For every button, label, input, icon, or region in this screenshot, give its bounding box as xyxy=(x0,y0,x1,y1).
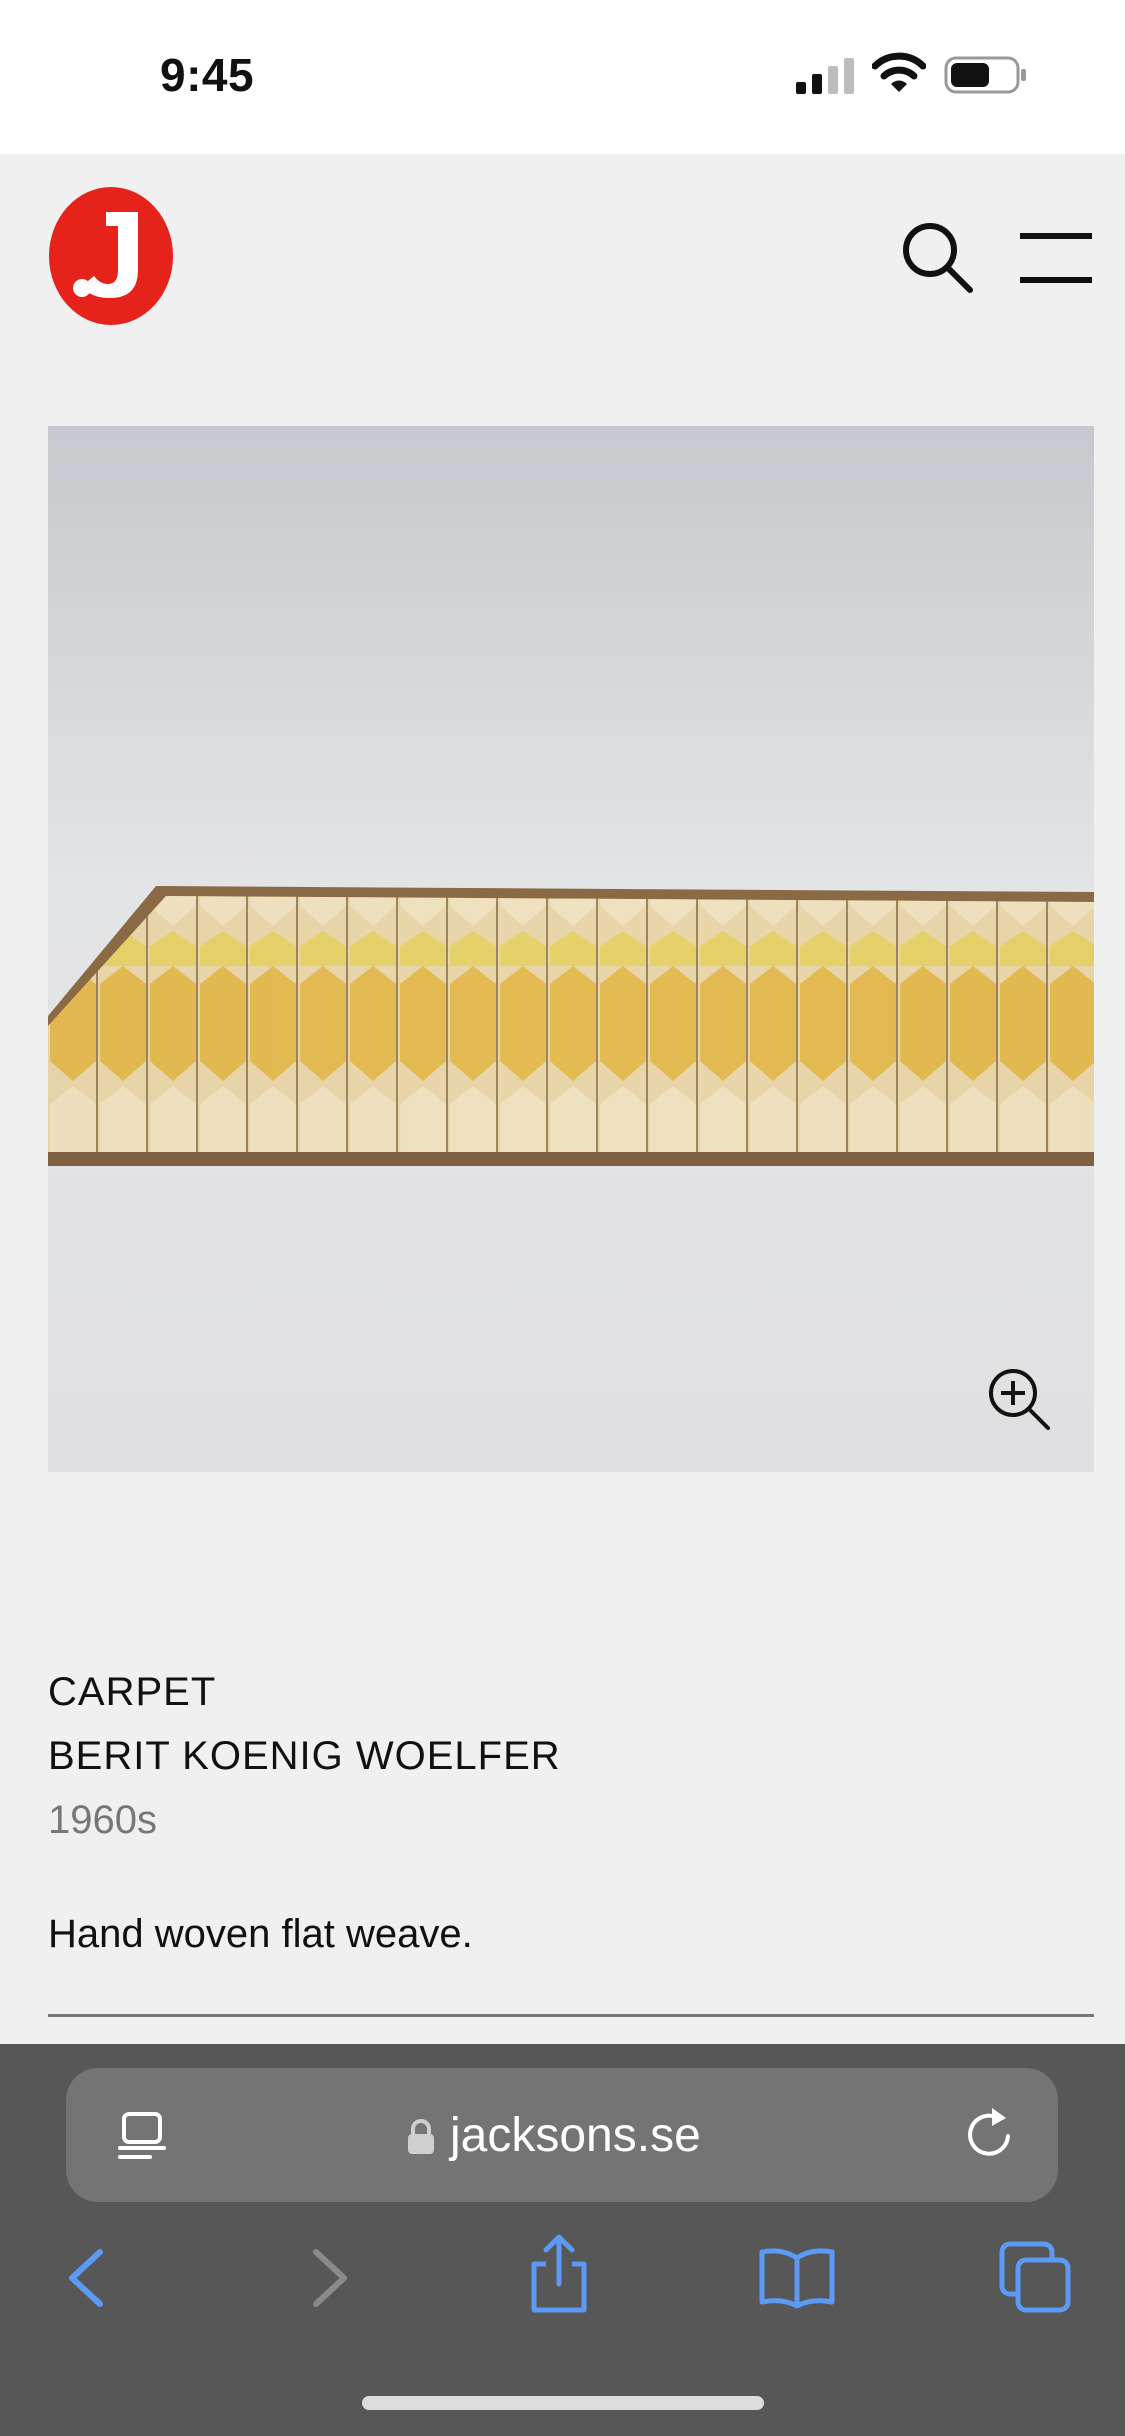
url-text[interactable]: jacksons.se xyxy=(450,2104,701,2168)
bookmarks-icon[interactable] xyxy=(758,2244,836,2310)
wifi-icon xyxy=(872,52,926,92)
reader-icon[interactable] xyxy=(116,2110,168,2162)
product-category: CARPET xyxy=(48,1670,217,1714)
divider xyxy=(48,2014,1094,2017)
reload-icon[interactable] xyxy=(962,2106,1018,2162)
jacksons-logo[interactable] xyxy=(48,186,174,326)
status-bar: 9:45 xyxy=(0,0,1125,154)
search-icon[interactable] xyxy=(900,220,974,294)
share-icon[interactable] xyxy=(526,2234,592,2314)
tabs-icon[interactable] xyxy=(998,2240,1072,2314)
forward-icon[interactable] xyxy=(300,2246,356,2310)
status-time: 9:45 xyxy=(160,49,255,101)
zoom-in-icon[interactable] xyxy=(986,1366,1052,1432)
cellular-signal-icon xyxy=(796,58,854,94)
product-artist: BERIT KOENIG WOELFER xyxy=(48,1734,561,1778)
carpet-photo xyxy=(48,426,1094,1472)
home-indicator[interactable] xyxy=(362,2396,764,2410)
battery-icon xyxy=(944,56,1026,94)
product-image[interactable] xyxy=(48,426,1094,1472)
product-description: Hand woven flat weave. xyxy=(48,1912,473,1956)
lock-icon xyxy=(408,2119,434,2154)
product-info: CARPET BERIT KOENIG WOELFER 1960s xyxy=(48,1660,1094,1852)
back-icon[interactable] xyxy=(60,2246,116,2310)
product-year: 1960s xyxy=(48,1798,157,1842)
menu-icon[interactable] xyxy=(1016,226,1096,290)
